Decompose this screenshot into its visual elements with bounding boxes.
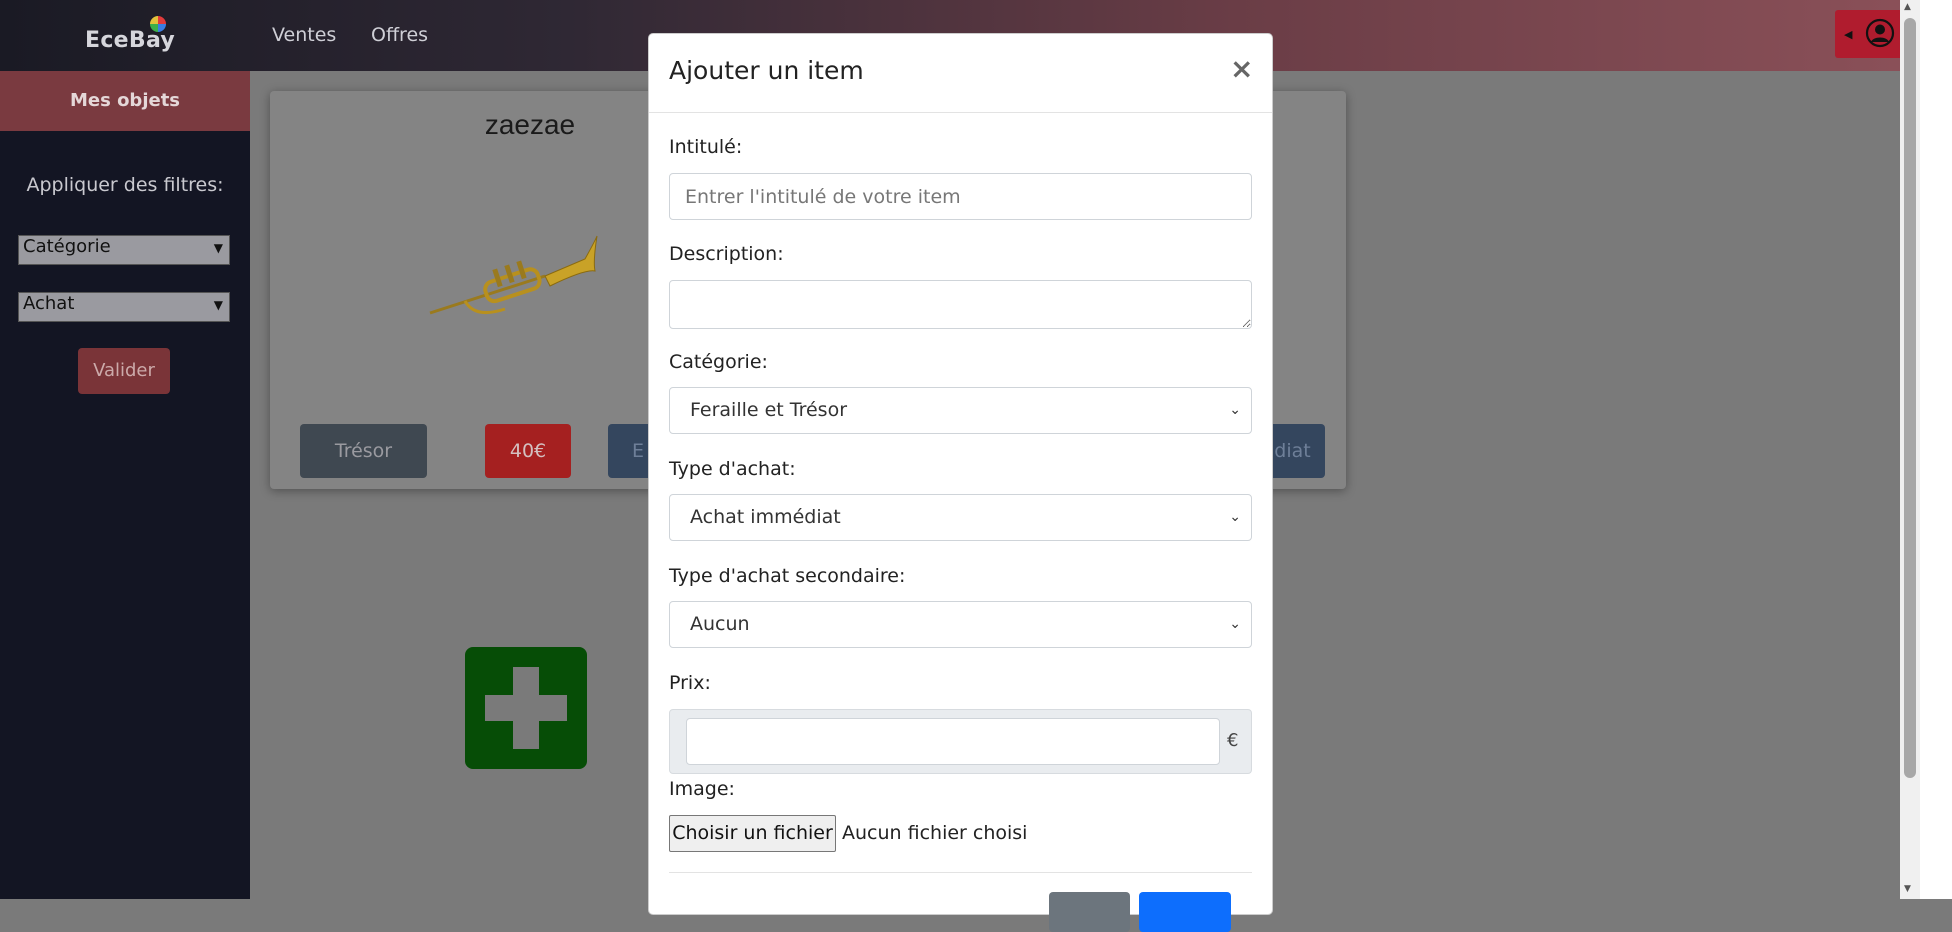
category-filter-select[interactable]: Catégorie ▼ — [18, 235, 230, 265]
user-menu-button[interactable]: ◀ — [1835, 10, 1900, 58]
plus-icon-vertical — [513, 667, 539, 749]
purchase-type-select[interactable]: Achat immédiat ⌄ — [669, 494, 1252, 541]
title-label: Intitulé: — [669, 136, 743, 158]
category-select-value: Feraille et Trésor — [690, 399, 848, 421]
sidebar-heading: Mes objets — [0, 71, 250, 131]
price-input[interactable] — [686, 718, 1220, 765]
scroll-up-arrow-icon[interactable]: ▲ — [1904, 2, 1911, 12]
description-textarea[interactable] — [669, 280, 1252, 329]
add-item-button[interactable] — [465, 647, 587, 769]
modal-close-button[interactable] — [1049, 892, 1130, 932]
file-status-text: Aucun fichier choisi — [842, 822, 1028, 844]
purchase-filter-select[interactable]: Achat ▼ — [18, 292, 230, 322]
secondary-type-select[interactable]: Aucun ⌄ — [669, 601, 1252, 648]
chevron-down-icon: ▼ — [213, 241, 223, 255]
caret-left-icon: ◀ — [1844, 28, 1853, 41]
nav-link-ventes[interactable]: Ventes — [272, 24, 336, 46]
price-label: Prix: — [669, 672, 711, 694]
filters-label: Appliquer des filtres: — [26, 174, 224, 196]
chevron-down-icon: ⌄ — [1229, 402, 1241, 418]
purchase-filter-value: Achat — [23, 293, 75, 314]
image-label: Image: — [669, 778, 735, 800]
choose-file-button[interactable]: Choisir un fichier — [669, 815, 836, 852]
modal-header: Ajouter un item × — [649, 34, 1272, 113]
category-label: Catégorie: — [669, 351, 768, 373]
price-input-group: € — [669, 709, 1252, 774]
brand-logo[interactable]: EceBay — [85, 28, 175, 53]
item-title: zaezae — [484, 109, 576, 140]
modal-title: Ajouter un item — [669, 56, 864, 85]
title-input[interactable] — [669, 173, 1252, 220]
nav-link-offres[interactable]: Offres — [371, 24, 428, 46]
trumpet-image — [429, 235, 598, 315]
chevron-down-icon: ▼ — [213, 298, 223, 312]
description-label: Description: — [669, 243, 784, 265]
chevron-down-icon: ⌄ — [1229, 616, 1241, 632]
window-edge — [1920, 0, 1952, 899]
currency-symbol: € — [1227, 730, 1239, 751]
secondary-type-select-value: Aucun — [690, 613, 750, 635]
scrollbar-thumb[interactable] — [1904, 18, 1916, 778]
brand-logo-dot-icon — [150, 16, 166, 32]
category-filter-value: Catégorie — [23, 236, 111, 257]
item-price-button[interactable]: 40€ — [485, 424, 571, 478]
scroll-down-arrow-icon[interactable]: ▼ — [1904, 884, 1911, 894]
chevron-down-icon: ⌄ — [1229, 509, 1241, 525]
item-category-button[interactable]: Trésor — [300, 424, 427, 478]
user-circle-icon — [1865, 18, 1895, 48]
apply-filters-button[interactable]: Valider — [78, 348, 170, 394]
secondary-type-label: Type d'achat secondaire: — [669, 565, 906, 587]
category-select[interactable]: Feraille et Trésor ⌄ — [669, 387, 1252, 434]
modal-footer-divider — [669, 872, 1252, 873]
close-icon[interactable]: × — [1230, 52, 1253, 85]
sidebar: Mes objets Appliquer des filtres: Catégo… — [0, 71, 250, 899]
purchase-type-select-value: Achat immédiat — [690, 506, 841, 528]
purchase-type-label: Type d'achat: — [669, 458, 796, 480]
modal-submit-button[interactable] — [1139, 892, 1231, 932]
add-item-modal: Ajouter un item × Intitulé: Description:… — [648, 33, 1273, 932]
